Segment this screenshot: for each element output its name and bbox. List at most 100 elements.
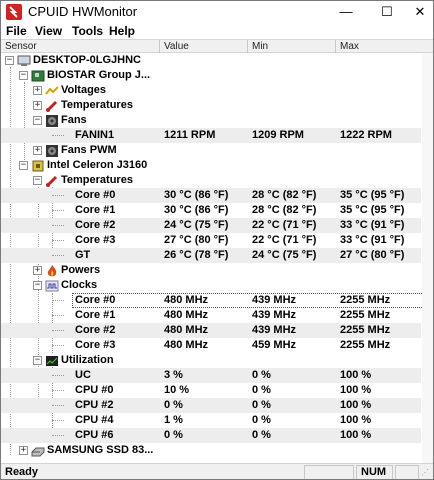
sensor-max: 35 °C (95 °F) (340, 204, 405, 216)
column-value[interactable]: Value (160, 40, 248, 53)
expand-icon[interactable]: + (19, 446, 28, 455)
table-row[interactable]: Core #2 480 MHz 439 MHz 2255 MHz (1, 323, 421, 338)
tree-row-clocks[interactable]: − Clocks (1, 278, 421, 293)
sensor-name: GT (75, 249, 91, 261)
sensor-value: 1 % (164, 414, 183, 426)
table-row[interactable]: Core #3 480 MHz 459 MHz 2255 MHz (1, 338, 421, 353)
table-row[interactable]: UC 3 % 0 % 100 % (1, 368, 421, 383)
tree-row-ssd[interactable]: + SAMSUNG SSD 83... (1, 443, 421, 458)
cpu-icon (31, 160, 45, 172)
tree-row-voltages[interactable]: + Voltages (1, 83, 421, 98)
collapse-icon[interactable]: − (33, 176, 42, 185)
column-min[interactable]: Min (248, 40, 336, 53)
expand-icon[interactable]: + (33, 86, 42, 95)
column-max[interactable]: Max (336, 40, 433, 53)
table-row[interactable]: GT 26 °C (78 °F) 24 °C (75 °F) 27 °C (80… (1, 248, 421, 263)
ssd-label: SAMSUNG SSD 83... (47, 444, 154, 456)
sensor-value: 1211 RPM (164, 129, 216, 141)
cpu-temperatures-label: Temperatures (61, 174, 133, 186)
tree-guide-line (52, 390, 64, 391)
status-text: Ready (5, 466, 39, 478)
expand-icon[interactable]: + (33, 146, 42, 155)
table-row[interactable]: Core #1 30 °C (86 °F) 28 °C (82 °F) 35 °… (1, 203, 421, 218)
tree-guide-line (52, 315, 64, 316)
fans-pwm-label: Fans PWM (61, 144, 117, 156)
vertical-scrollbar[interactable] (422, 53, 433, 463)
menu-bar: File View Tools Help (1, 23, 433, 39)
table-row[interactable]: Core #1 480 MHz 439 MHz 2255 MHz (1, 308, 421, 323)
fan-pwm-icon (45, 145, 59, 157)
collapse-icon[interactable]: − (33, 281, 42, 290)
status-panel-scroll (395, 465, 419, 479)
tree-row-fans-pwm[interactable]: + Fans PWM (1, 143, 421, 158)
collapse-icon[interactable]: − (33, 116, 42, 125)
sensor-max: 2255 MHz (340, 339, 391, 351)
sensor-min: 0 % (252, 429, 271, 441)
tree-guide-line (52, 195, 64, 196)
tree-guide-line (52, 225, 64, 226)
sensor-min: 439 MHz (252, 294, 297, 306)
sensor-name: CPU #6 (75, 429, 114, 441)
table-row[interactable]: CPU #4 1 % 0 % 100 % (1, 413, 421, 428)
sensor-max: 100 % (340, 369, 372, 381)
tree-guide-line (52, 240, 64, 241)
tree-row-cpu-temperatures[interactable]: − Temperatures (1, 173, 421, 188)
maximize-button[interactable]: ☐ (372, 1, 402, 23)
tree-row-temperatures[interactable]: + Temperatures (1, 98, 421, 113)
tree-guide-line (52, 210, 64, 211)
sensor-max: 100 % (340, 429, 372, 441)
expand-icon[interactable]: + (33, 266, 42, 275)
column-sensor[interactable]: Sensor (1, 40, 160, 53)
tree-row-fans[interactable]: − Fans (1, 113, 421, 128)
close-button[interactable]: ✕ (405, 1, 433, 23)
menu-file[interactable]: File (6, 23, 27, 39)
table-row[interactable]: CPU #0 10 % 0 % 100 % (1, 383, 421, 398)
table-row[interactable]: CPU #2 0 % 0 % 100 % (1, 398, 421, 413)
num-lock-indicator: NUM (356, 465, 393, 479)
tree-guide-line (52, 420, 64, 421)
sensor-name: Core #3 (75, 339, 116, 351)
sensor-name: Core #2 (75, 219, 116, 231)
collapse-icon[interactable]: − (19, 71, 28, 80)
tree-row-cpu[interactable]: − Intel Celeron J3160 (1, 158, 421, 173)
sensor-min: 28 °C (82 °F) (252, 189, 317, 201)
sensor-value: 26 °C (78 °F) (164, 249, 229, 261)
hwmonitor-window: CPUID HWMonitor — ☐ ✕ File View Tools He… (0, 0, 434, 480)
table-row[interactable]: CPU #6 0 % 0 % 100 % (1, 428, 421, 443)
sensor-name: Core #1 (75, 309, 116, 321)
menu-help[interactable]: Help (109, 23, 135, 39)
table-row[interactable]: Core #3 27 °C (80 °F) 22 °C (71 °F) 33 °… (1, 233, 421, 248)
tree-guide-line (52, 135, 64, 136)
table-row[interactable]: Core #0 30 °C (86 °F) 28 °C (82 °F) 35 °… (1, 188, 421, 203)
powers-label: Powers (61, 264, 101, 276)
tree-row-motherboard[interactable]: − BIOSTAR Group J... (1, 68, 421, 83)
sensor-min: 1209 RPM (252, 129, 304, 141)
table-row[interactable]: Core #0 480 MHz 439 MHz 2255 MHz (1, 293, 432, 308)
tree-guide-line (52, 345, 64, 346)
sensor-value: 0 % (164, 399, 183, 411)
title-bar: CPUID HWMonitor — ☐ ✕ (1, 1, 433, 23)
tree-row-fanin1[interactable]: FANIN1 1211 RPM 1209 RPM 1222 RPM (1, 128, 421, 143)
sensor-min: 0 % (252, 414, 271, 426)
sensor-min: 0 % (252, 369, 271, 381)
collapse-icon[interactable]: − (19, 161, 28, 170)
power-icon (45, 265, 59, 277)
sensor-value: 27 °C (80 °F) (164, 234, 229, 246)
tree-row-powers[interactable]: + Powers (1, 263, 421, 278)
tree-row-utilization[interactable]: − Utilization (1, 353, 421, 368)
minimize-button[interactable]: — (331, 1, 361, 23)
sensor-max: 27 °C (80 °F) (340, 249, 405, 261)
sensor-name: Core #0 (75, 294, 116, 306)
expand-icon[interactable]: + (33, 101, 42, 110)
sensor-value: 480 MHz (164, 324, 209, 336)
window-title: CPUID HWMonitor (28, 4, 138, 19)
collapse-icon[interactable]: − (33, 356, 42, 365)
collapse-icon[interactable]: − (5, 56, 14, 65)
menu-tools[interactable]: Tools (72, 23, 103, 39)
menu-view[interactable]: View (35, 23, 62, 39)
resize-grip-icon[interactable]: ⋰ (421, 467, 431, 479)
fan-icon (45, 115, 59, 127)
table-row[interactable]: Core #2 24 °C (75 °F) 22 °C (71 °F) 33 °… (1, 218, 421, 233)
tree-row-root[interactable]: − DESKTOP-0LGJHNC (1, 53, 421, 68)
sensor-min: 439 MHz (252, 309, 297, 321)
